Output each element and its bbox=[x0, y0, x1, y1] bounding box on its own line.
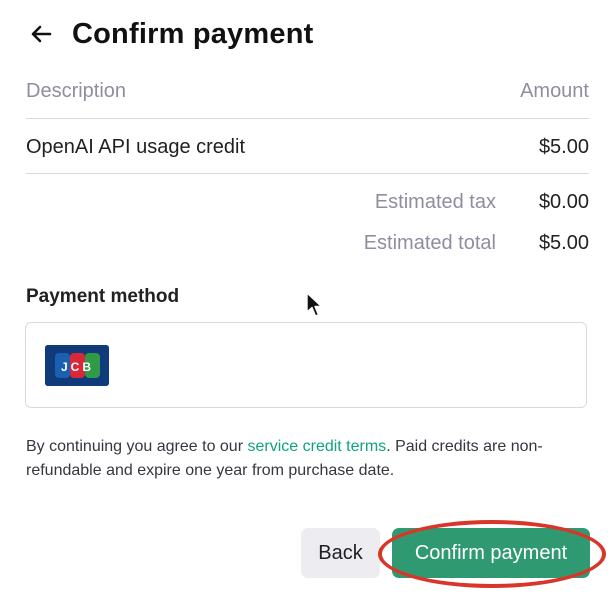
terms-notice: By continuing you agree to our service c… bbox=[26, 435, 586, 483]
terms-text-before: By continuing you agree to our bbox=[26, 438, 248, 455]
confirm-payment-button[interactable]: Confirm payment bbox=[392, 528, 590, 578]
estimated-tax-value: $0.00 bbox=[538, 191, 589, 213]
estimated-total-row: Estimated total $5.00 bbox=[336, 232, 589, 255]
page-header: Confirm payment bbox=[26, 14, 313, 54]
line-item-description: OpenAI API usage credit bbox=[26, 136, 246, 158]
estimated-total-label: Estimated total bbox=[363, 232, 496, 254]
svg-text:JCB: JCB bbox=[61, 360, 94, 374]
estimated-total-value: $5.00 bbox=[538, 232, 589, 254]
items-divider bbox=[26, 173, 589, 174]
service-credit-terms-link[interactable]: service credit terms bbox=[247, 438, 386, 455]
arrow-left-icon[interactable] bbox=[26, 19, 56, 49]
back-button[interactable]: Back bbox=[301, 528, 380, 578]
page-title: Confirm payment bbox=[72, 17, 314, 50]
amount-column-header: Amount bbox=[520, 80, 589, 102]
description-column-header: Description bbox=[26, 80, 127, 102]
jcb-card-icon: JCB bbox=[45, 345, 109, 386]
line-item-row: OpenAI API usage credit $5.00 bbox=[26, 136, 589, 159]
header-divider bbox=[26, 118, 589, 119]
estimated-tax-label: Estimated tax bbox=[374, 191, 496, 213]
jcb-logo: JCB bbox=[45, 345, 109, 386]
payment-method-label: Payment method bbox=[26, 286, 180, 307]
line-item-amount: $5.00 bbox=[538, 136, 589, 158]
summary-table-header: Description Amount bbox=[26, 80, 589, 118]
estimated-tax-row: Estimated tax $0.00 bbox=[336, 191, 589, 214]
mouse-pointer-icon bbox=[306, 292, 324, 318]
payment-method-card[interactable]: JCB bbox=[25, 322, 587, 408]
